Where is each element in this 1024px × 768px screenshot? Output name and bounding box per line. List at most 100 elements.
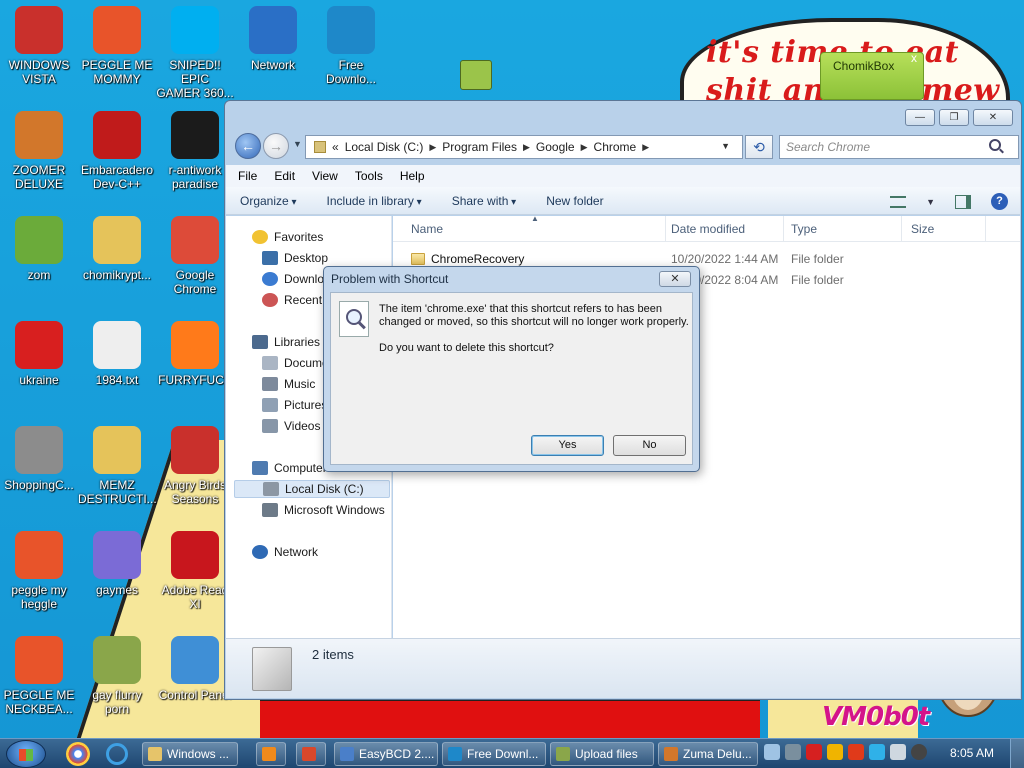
tray-icon[interactable]	[764, 744, 780, 760]
desktop-icon[interactable]: gaymes	[78, 531, 156, 597]
column-divider[interactable]	[901, 216, 902, 242]
chevron-right-icon[interactable]: ▶	[642, 142, 649, 153]
nav-network[interactable]: Network	[252, 545, 318, 559]
taskbar-button[interactable]	[256, 742, 286, 766]
start-button[interactable]	[6, 740, 46, 768]
internet-explorer-icon[interactable]	[102, 742, 132, 766]
minimize-button[interactable]: —	[905, 109, 935, 126]
change-view-icon[interactable]	[890, 195, 907, 208]
breadcrumb-overflow[interactable]: «	[332, 140, 339, 154]
menu-edit[interactable]: Edit	[274, 169, 295, 183]
chomikbox-widget[interactable]: ChomikBox x	[820, 51, 924, 100]
clock[interactable]: 8:05 AM	[950, 746, 994, 760]
tray-icon[interactable]	[911, 744, 927, 760]
breadcrumb-program-files[interactable]: Program Files	[442, 140, 517, 154]
menu-view[interactable]: View	[312, 169, 338, 183]
taskbar-button[interactable]: EasyBCD 2....	[334, 742, 438, 766]
nav-local-disk[interactable]: Local Disk (C:)	[234, 480, 390, 498]
desktop-icon[interactable]: ZOOMER DELUXE	[0, 111, 78, 191]
chomikbox-close-button[interactable]: x	[907, 51, 921, 65]
yes-button[interactable]: Yes	[531, 435, 604, 456]
desktop-icon[interactable]: PEGGLE ME MOMMY	[78, 6, 156, 86]
desktop-icon[interactable]: PEGGLE ME NECKBEA...	[0, 636, 78, 716]
desktop-icon[interactable]: WINDOWS VISTA	[0, 6, 78, 86]
tray-icon[interactable]	[806, 744, 822, 760]
organize-button[interactable]: Organize	[240, 194, 297, 208]
menu-file[interactable]: File	[238, 169, 257, 183]
breadcrumb-local-disk[interactable]: Local Disk (C:)	[345, 140, 424, 154]
desktop-icon[interactable]: Adobe Read XI	[156, 531, 234, 611]
tray-icon[interactable]	[827, 744, 843, 760]
column-date-modified[interactable]: Date modified	[671, 222, 745, 236]
volume-icon[interactable]	[890, 744, 906, 760]
search-icon[interactable]	[989, 139, 1001, 151]
address-bar[interactable]: « Local Disk (C:) ▶ Program Files ▶ Goog…	[305, 135, 743, 159]
chomikbox-update-icon[interactable]	[460, 60, 492, 90]
breadcrumb-chrome[interactable]: Chrome	[594, 140, 637, 154]
desktop-icon[interactable]: Network	[234, 6, 312, 72]
column-name[interactable]: Name	[411, 222, 443, 236]
nav-computer[interactable]: Computer	[252, 461, 327, 475]
close-button[interactable]: ✕	[973, 109, 1013, 126]
include-in-library-button[interactable]: Include in library	[327, 194, 422, 208]
desktop-icon[interactable]: ShoppingC...	[0, 426, 78, 492]
desktop-icon[interactable]: ukraine	[0, 321, 78, 387]
maximize-button[interactable]: ❐	[939, 109, 969, 126]
window-titlebar[interactable]: — ❐ ✕	[225, 101, 1021, 131]
nav-desktop[interactable]: Desktop	[262, 251, 328, 265]
recent-pages-dropdown-icon[interactable]: ▼	[293, 139, 302, 149]
column-divider[interactable]	[665, 216, 666, 242]
refresh-icon[interactable]: ⟲	[745, 135, 773, 159]
taskbar-button[interactable]: Upload files	[550, 742, 654, 766]
desktop-icon[interactable]: peggle my heggle	[0, 531, 78, 611]
desktop-icon[interactable]: MEMZ DESTRUCTI...	[78, 426, 157, 506]
tray-icon[interactable]	[785, 744, 801, 760]
taskbar-button[interactable]	[296, 742, 326, 766]
no-button[interactable]: No	[613, 435, 686, 456]
desktop-icon[interactable]: FURRYFUCK	[156, 321, 234, 387]
nav-pictures[interactable]: Pictures	[262, 398, 327, 412]
desktop-icon[interactable]: chomikrypt...	[78, 216, 156, 282]
desktop-icon[interactable]: Angry Birds Seasons	[156, 426, 234, 506]
taskbar-button[interactable]: Windows ...	[142, 742, 238, 766]
taskbar-button[interactable]: Zuma Delu...	[658, 742, 758, 766]
search-input[interactable]: Search Chrome	[779, 135, 1019, 159]
back-arrow-icon[interactable]: ←	[235, 133, 261, 159]
desktop-icon[interactable]: Google Chrome	[156, 216, 234, 296]
help-icon[interactable]: ?	[991, 193, 1008, 210]
nav-videos[interactable]: Videos	[262, 419, 320, 433]
desktop-icon[interactable]: r-antiwork paradise	[156, 111, 234, 191]
breadcrumb-google[interactable]: Google	[536, 140, 575, 154]
new-folder-button[interactable]: New folder	[546, 194, 603, 208]
tray-icon[interactable]	[869, 744, 885, 760]
chevron-right-icon[interactable]: ▶	[429, 142, 436, 153]
chrome-icon[interactable]	[66, 742, 90, 766]
taskbar-button[interactable]: Free Downl...	[442, 742, 546, 766]
column-divider[interactable]	[783, 216, 784, 242]
nav-music[interactable]: Music	[262, 377, 315, 391]
nav-favorites[interactable]: Favorites	[252, 230, 323, 244]
chevron-right-icon[interactable]: ▶	[581, 142, 588, 153]
menu-tools[interactable]: Tools	[355, 169, 383, 183]
share-with-button[interactable]: Share with	[452, 194, 517, 208]
desktop-icon[interactable]: SNIPED!! EPIC GAMER 360...	[156, 6, 234, 100]
preview-pane-icon[interactable]	[955, 194, 971, 209]
nav-libraries[interactable]: Libraries	[252, 335, 320, 349]
view-options-dropdown-icon[interactable]: ▼	[926, 197, 935, 207]
dialog-close-button[interactable]: ✕	[659, 271, 691, 287]
menu-help[interactable]: Help	[400, 169, 425, 183]
desktop-icon[interactable]: gay flurry porn	[78, 636, 156, 716]
column-type[interactable]: Type	[791, 222, 817, 236]
column-divider[interactable]	[985, 216, 986, 242]
show-desktop-button[interactable]	[1010, 739, 1024, 768]
desktop-icon[interactable]: zom	[0, 216, 78, 282]
desktop-icon[interactable]: Free Downlo...	[312, 6, 390, 86]
column-size[interactable]: Size	[911, 222, 934, 236]
desktop-icon[interactable]: 1984.txt	[78, 321, 156, 387]
address-dropdown-icon[interactable]: ▼	[721, 141, 730, 151]
desktop-icon[interactable]: Embarcadero Dev-C++	[78, 111, 156, 191]
forward-arrow-icon[interactable]: →	[263, 133, 289, 159]
desktop-icon[interactable]: Control Panel	[156, 636, 234, 702]
tray-icon[interactable]	[848, 744, 864, 760]
nav-microsoft-windows[interactable]: Microsoft Windows	[262, 503, 385, 517]
